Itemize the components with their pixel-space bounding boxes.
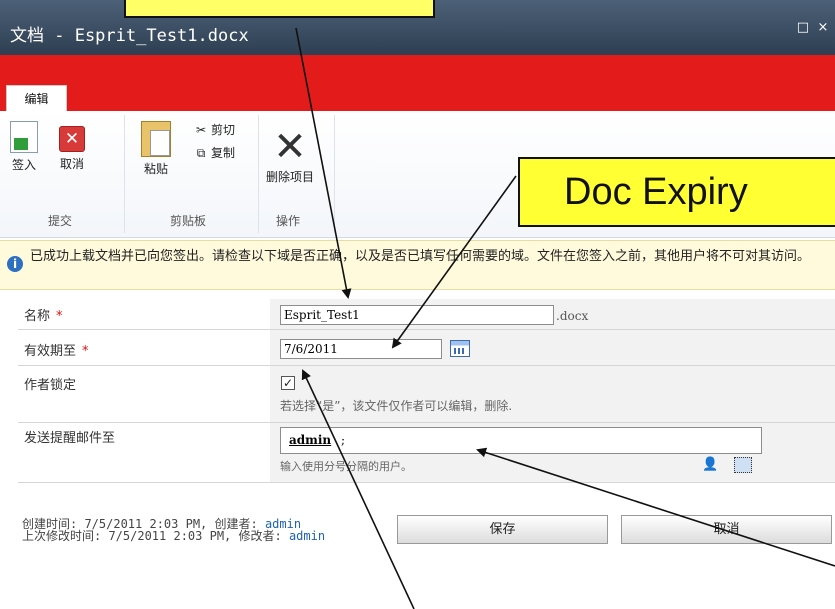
arrow-to-notify <box>476 447 835 567</box>
arrow-to-name <box>295 27 352 299</box>
arrow-to-lock <box>301 369 415 609</box>
arrow-to-expiry <box>391 175 517 349</box>
annotation-arrows <box>295 27 835 609</box>
